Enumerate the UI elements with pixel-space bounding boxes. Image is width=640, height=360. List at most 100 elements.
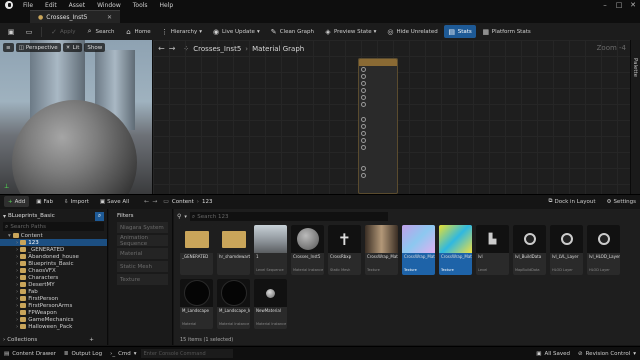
asset-tile[interactable]: hr_shamdewarts [217, 225, 250, 275]
chevron-right-icon[interactable]: › [16, 310, 18, 316]
tree-item[interactable]: › GameMechanics [0, 316, 107, 323]
menu-help[interactable]: Help [154, 2, 180, 9]
asset-tile[interactable]: CrossWrap_Material_Base Texture [439, 225, 472, 275]
tree-item[interactable]: › Fab [0, 288, 107, 295]
clean-graph-button[interactable]: ✎ Clean Graph [266, 25, 318, 38]
perspective-button[interactable]: ◫ Perspective [15, 43, 61, 52]
search-icon[interactable]: ⌕ [95, 211, 104, 221]
path-123[interactable]: 123 [202, 199, 213, 205]
search-button[interactable]: ⌕ Search [82, 25, 119, 38]
palette-tab[interactable]: Palette [630, 40, 640, 194]
asset-tile[interactable]: Crosses_Inst5 Material Instance [291, 225, 324, 275]
platform-stats-button[interactable]: ▦ Platform Stats [478, 25, 535, 38]
chevron-right-icon[interactable]: › [16, 303, 18, 309]
unreal-logo-icon[interactable] [5, 1, 13, 9]
asset-tile[interactable]: ✝ CrossRbxp Static Mesh [328, 225, 361, 275]
tree-item[interactable]: › FirstPerson [0, 295, 107, 302]
close-tab-icon[interactable]: ✕ [107, 14, 112, 21]
chevron-right-icon[interactable]: › [16, 289, 18, 295]
import-button[interactable]: ⇩ Import [60, 196, 93, 207]
forward-arrow-icon[interactable]: → [169, 44, 176, 53]
asset-search-input[interactable]: ⌕ Search 123 [189, 212, 388, 221]
hierarchy-button[interactable]: ⋮ Hierarchy ▾ [157, 25, 206, 38]
preview-viewport[interactable]: ≡ ◫ Perspective ☀ Lit Show ⊥ [0, 40, 152, 194]
filter-icon[interactable]: ⚲ [177, 213, 181, 220]
tree-item[interactable]: › ChaosVFX [0, 267, 107, 274]
dock-in-layout-button[interactable]: ⧉ Dock in Layout [545, 196, 600, 207]
node-pin[interactable] [359, 130, 397, 137]
fab-button[interactable]: ▣ Fab [32, 196, 57, 207]
tree-item[interactable]: › DesertMY [0, 281, 107, 288]
all-saved-indicator[interactable]: ▣ All Saved [532, 347, 574, 360]
chevron-right-icon[interactable]: › [16, 247, 18, 253]
node-pin[interactable] [359, 172, 397, 179]
node-pin[interactable] [359, 80, 397, 87]
stats-button[interactable]: ▤ Stats [443, 25, 476, 38]
chevron-right-icon[interactable]: › [16, 275, 18, 281]
asset-tile[interactable]: M_Landscape_Inst Material Instance [217, 279, 250, 329]
tree-item[interactable]: › Characters [0, 274, 107, 281]
node-pin[interactable] [359, 165, 397, 172]
tree-item[interactable]: › FPWeapon [0, 309, 107, 316]
node-pin[interactable] [359, 94, 397, 101]
save-all-button[interactable]: ▣ Save All [96, 196, 133, 207]
node-pin[interactable] [359, 87, 397, 94]
browse-button[interactable]: ▭ [21, 25, 37, 38]
chevron-right-icon[interactable]: › [16, 282, 18, 288]
chevron-right-icon[interactable]: › [16, 240, 18, 246]
tab-crosses-inst5[interactable]: ● Crosses_Inst5 ✕ [30, 10, 120, 23]
chevron-down-icon[interactable]: ▾ [3, 213, 6, 220]
tree-item[interactable]: › _GENERATED [0, 246, 107, 253]
close-window-icon[interactable]: ✕ [626, 0, 640, 10]
menu-file[interactable]: File [17, 2, 39, 9]
asset-tile[interactable]: M_Landscape Material [180, 279, 213, 329]
node-pin[interactable] [359, 123, 397, 130]
lit-button[interactable]: ☀ Lit [62, 43, 83, 52]
tree-item[interactable]: › 123 [0, 239, 107, 246]
menu-tools[interactable]: Tools [127, 2, 154, 9]
asset-tile[interactable]: lvl_BuildData MapBuildData [513, 225, 546, 275]
asset-tile[interactable]: lvl_LVL_Layer HLOD Layer [550, 225, 583, 275]
filter-animation-sequence[interactable]: Animation Sequence [117, 235, 168, 247]
menu-edit[interactable]: Edit [39, 2, 63, 9]
add-button[interactable]: + Add [4, 196, 30, 207]
asset-tile[interactable]: CrossWrap_Material Texture [402, 225, 435, 275]
home-button[interactable]: ⌂ Home [120, 25, 154, 38]
breadcrumb-root[interactable]: Crosses_Inst5 [193, 45, 241, 53]
show-button[interactable]: Show [84, 43, 106, 52]
asset-tile[interactable]: ▙ lvl Level [476, 225, 509, 275]
node-pin[interactable] [359, 101, 397, 108]
minimize-icon[interactable]: – [598, 0, 612, 10]
back-arrow-icon[interactable]: ← [158, 44, 165, 53]
tree-item[interactable]: › Abandoned_house [0, 253, 107, 260]
tree-item[interactable]: › Halloween_Pack [0, 323, 107, 330]
tree-item[interactable]: ▾ Content [0, 232, 107, 239]
node-pin[interactable] [359, 66, 397, 73]
cmd-button[interactable]: ›_ Cmd ▾ [106, 347, 140, 360]
asset-tile[interactable]: _GENERATED [180, 225, 213, 275]
maximize-icon[interactable]: □ [612, 0, 626, 10]
revision-control-button[interactable]: ⊘ Revision Control ▾ [574, 347, 640, 360]
filter-static-mesh[interactable]: Static Mesh [117, 261, 168, 272]
asset-tile[interactable]: NewMaterial Material Instance [254, 279, 287, 329]
chevron-right-icon[interactable]: › [16, 324, 18, 330]
node-pin[interactable] [359, 137, 397, 144]
apply-button[interactable]: ✓ Apply [46, 25, 80, 38]
node-pin[interactable] [359, 144, 397, 151]
output-log-button[interactable]: ≣ Output Log [60, 347, 106, 360]
tree-item[interactable]: › FirstPersonArms [0, 302, 107, 309]
filter-niagara-system[interactable]: Niagara System [117, 222, 168, 233]
chevron-right-icon[interactable]: › [16, 254, 18, 260]
filter-texture[interactable]: Texture [117, 274, 168, 285]
menu-asset[interactable]: Asset [63, 2, 91, 9]
console-input[interactable]: Enter Console Command [140, 349, 233, 358]
asset-tile[interactable]: CrossWrap_Material_Base Texture [365, 225, 398, 275]
collections-header[interactable]: › Collections + [3, 335, 94, 345]
save-button[interactable]: ▣ [3, 25, 19, 38]
node-pin[interactable] [359, 116, 397, 123]
chevron-down-icon[interactable]: ▾ [184, 214, 187, 220]
tree-item[interactable]: › Blueprints_Basic [0, 260, 107, 267]
asset-tile[interactable]: lvl_HLOD_Layer_Merged HLOD Layer [587, 225, 620, 275]
node-pin[interactable] [359, 73, 397, 80]
material-output-node[interactable] [358, 58, 398, 194]
